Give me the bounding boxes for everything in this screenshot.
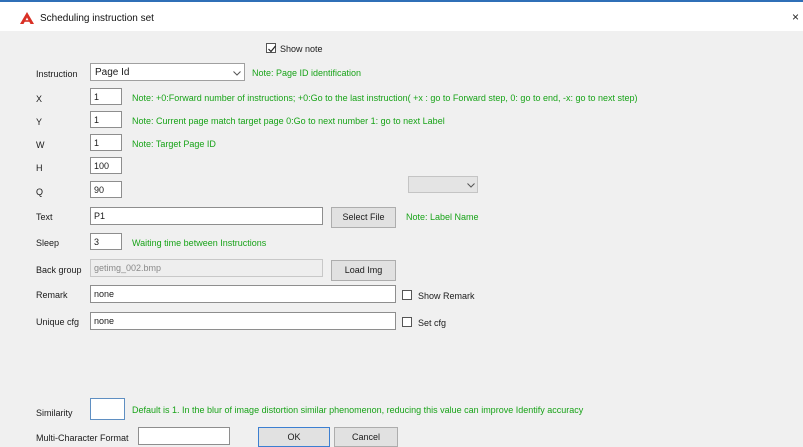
cancel-button[interactable]: Cancel xyxy=(334,427,398,447)
h-input[interactable]: 100 xyxy=(90,157,122,174)
window-accent-line xyxy=(0,0,803,2)
x-input[interactable]: 1 xyxy=(90,88,122,105)
q-dropdown[interactable] xyxy=(408,176,478,193)
show-note-label: Show note xyxy=(280,44,323,54)
x-label: X xyxy=(36,94,43,104)
sleep-note: Waiting time between Instructions xyxy=(132,238,267,248)
unique-cfg-label: Unique cfg xyxy=(36,317,80,327)
back-group-label: Back group xyxy=(36,265,82,275)
show-note-checkbox[interactable] xyxy=(266,43,276,53)
set-cfg-checkbox[interactable] xyxy=(402,317,412,327)
instruction-select[interactable]: Page Id xyxy=(90,63,245,81)
close-icon[interactable]: × xyxy=(792,10,799,24)
app-logo-icon xyxy=(20,12,34,24)
select-file-button[interactable]: Select File xyxy=(331,207,396,228)
window-title: Scheduling instruction set xyxy=(40,13,154,24)
instruction-select-value: Page Id xyxy=(95,67,130,78)
q-input[interactable]: 90 xyxy=(90,181,122,198)
y-label: Y xyxy=(36,117,43,127)
y-note: Note: Current page match target page 0:G… xyxy=(132,116,445,126)
sleep-label: Sleep xyxy=(36,238,60,248)
ok-button[interactable]: OK xyxy=(258,427,330,447)
instruction-label: Instruction xyxy=(36,69,78,79)
text-note: Note: Label Name xyxy=(406,212,479,222)
chevron-down-icon xyxy=(467,183,475,188)
remark-label: Remark xyxy=(36,290,68,300)
show-remark-label: Show Remark xyxy=(418,291,475,301)
w-label: W xyxy=(36,140,45,150)
text-input[interactable]: P1 xyxy=(90,207,323,225)
similarity-note: Default is 1. In the blur of image disto… xyxy=(132,405,584,415)
set-cfg-label: Set cfg xyxy=(418,318,447,328)
x-note: Note: +0:Forward number of instructions;… xyxy=(132,93,638,103)
text-label: Text xyxy=(36,212,53,222)
back-group-input: getimg_002.bmp xyxy=(90,259,323,277)
instruction-note: Note: Page ID identification xyxy=(252,68,362,78)
similarity-input[interactable] xyxy=(90,398,125,420)
show-remark-checkbox[interactable] xyxy=(402,290,412,300)
w-input[interactable]: 1 xyxy=(90,134,122,151)
remark-input[interactable]: none xyxy=(90,285,396,303)
multi-char-label: Multi-Character Format xyxy=(36,433,129,443)
sleep-input[interactable]: 3 xyxy=(90,233,122,250)
y-input[interactable]: 1 xyxy=(90,111,122,128)
w-note: Note: Target Page ID xyxy=(132,139,216,149)
multi-char-input[interactable] xyxy=(138,427,230,445)
q-label: Q xyxy=(36,187,44,197)
load-img-button[interactable]: Load Img xyxy=(331,260,396,281)
unique-cfg-input[interactable]: none xyxy=(90,312,396,330)
h-label: H xyxy=(36,163,43,173)
checkmark-icon xyxy=(268,45,276,53)
similarity-label: Similarity xyxy=(36,408,73,418)
chevron-down-icon xyxy=(233,71,241,76)
